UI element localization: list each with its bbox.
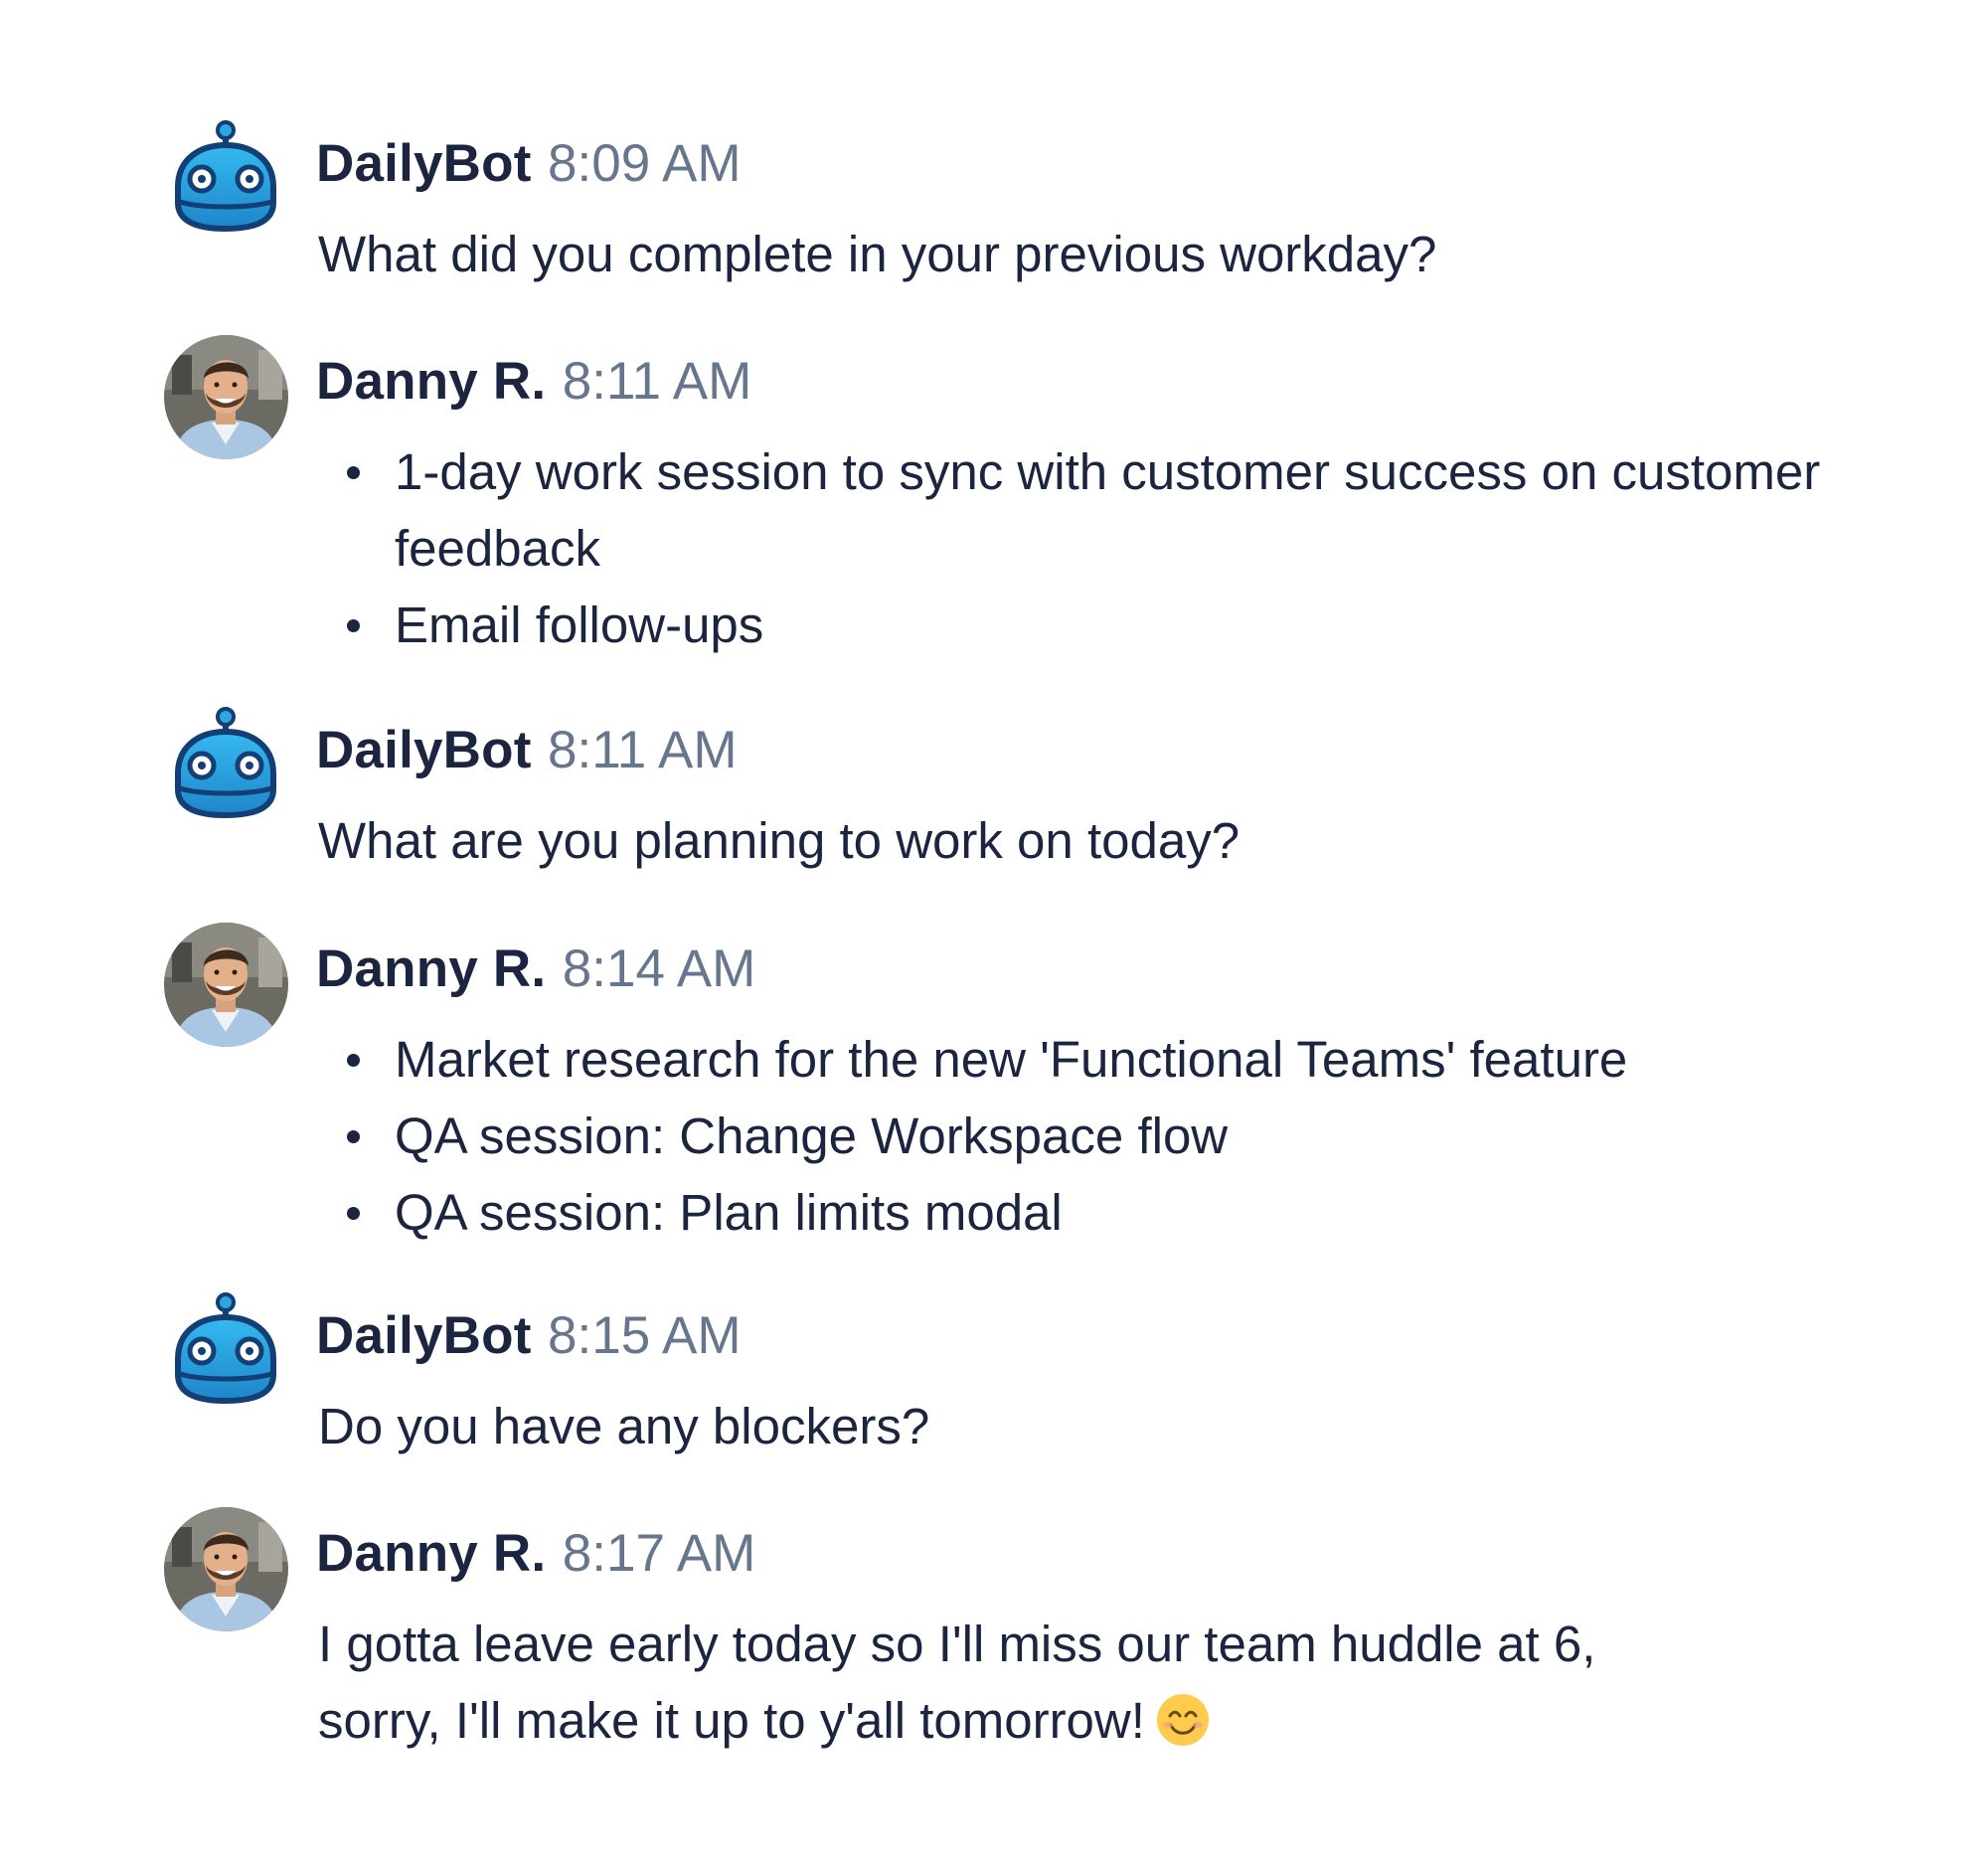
message-text: Do you have any blockers?: [318, 1398, 930, 1454]
user-photo-avatar-icon[interactable]: [164, 1507, 288, 1631]
timestamp[interactable]: 8:15 AM: [548, 1306, 741, 1365]
author-name[interactable]: DailyBot: [316, 134, 532, 193]
timestamp[interactable]: 8:11 AM: [548, 721, 738, 779]
author-name[interactable]: Danny R.: [316, 1524, 546, 1583]
bullet-list: 1-day work session to sync with customer…: [316, 433, 1854, 663]
smiling-face-emoji-icon: [1155, 1692, 1211, 1748]
robot-avatar-icon[interactable]: [164, 117, 288, 242]
message-header: Danny R. 8:14 AM: [316, 931, 1854, 1008]
bullet-dot-icon: [347, 1207, 360, 1220]
user-photo-avatar-icon[interactable]: [164, 335, 288, 459]
message-text: What are you planning to work on today?: [318, 812, 1241, 869]
message-header: DailyBot 8:09 AM: [316, 125, 1854, 203]
list-item-text: Market research for the new 'Functional …: [395, 1031, 1628, 1088]
message-feed: DailyBot 8:09 AM What did you complete i…: [0, 0, 1988, 1874]
list-item-text: QA session: Change Workspace flow: [395, 1107, 1229, 1164]
bullet-dot-icon: [347, 466, 360, 479]
list-item: Market research for the new 'Functional …: [316, 1021, 1854, 1098]
list-item: QA session: Plan limits modal: [316, 1174, 1854, 1251]
message-header: Danny R. 8:11 AM: [316, 343, 1854, 421]
list-item-text: 1-day work session to sync with customer…: [395, 443, 1821, 577]
timestamp[interactable]: 8:17 AM: [563, 1524, 755, 1583]
author-name[interactable]: Danny R.: [316, 939, 546, 998]
message-header: DailyBot 8:15 AM: [316, 1297, 1854, 1375]
author-name[interactable]: Danny R.: [316, 352, 546, 411]
list-item-text: Email follow-ups: [395, 596, 764, 653]
list-item: Email follow-ups: [316, 587, 1854, 663]
message-text-body: I gotta leave early today so I'll miss o…: [318, 1616, 1596, 1749]
robot-avatar-icon[interactable]: [164, 704, 288, 828]
author-name[interactable]: DailyBot: [316, 721, 532, 779]
message-text: I gotta leave early today so I'll miss o…: [318, 1606, 1730, 1759]
message-text: What did you complete in your previous w…: [318, 226, 1437, 282]
timestamp[interactable]: 8:14 AM: [563, 939, 755, 998]
bullet-dot-icon: [347, 1130, 360, 1143]
bullet-dot-icon: [347, 619, 360, 632]
robot-avatar-icon[interactable]: [164, 1289, 288, 1414]
author-name[interactable]: DailyBot: [316, 1306, 532, 1365]
user-photo-avatar-icon[interactable]: [164, 923, 288, 1047]
timestamp[interactable]: 8:09 AM: [548, 134, 741, 193]
list-item: QA session: Change Workspace flow: [316, 1098, 1854, 1174]
message-header: Danny R. 8:17 AM: [316, 1515, 1854, 1593]
list-item-text: QA session: Plan limits modal: [395, 1184, 1063, 1241]
bullet-dot-icon: [347, 1054, 360, 1067]
timestamp[interactable]: 8:11 AM: [563, 352, 752, 411]
list-item: 1-day work session to sync with customer…: [316, 433, 1854, 587]
bullet-list: Market research for the new 'Functional …: [316, 1021, 1854, 1251]
message-header: DailyBot 8:11 AM: [316, 712, 1854, 789]
